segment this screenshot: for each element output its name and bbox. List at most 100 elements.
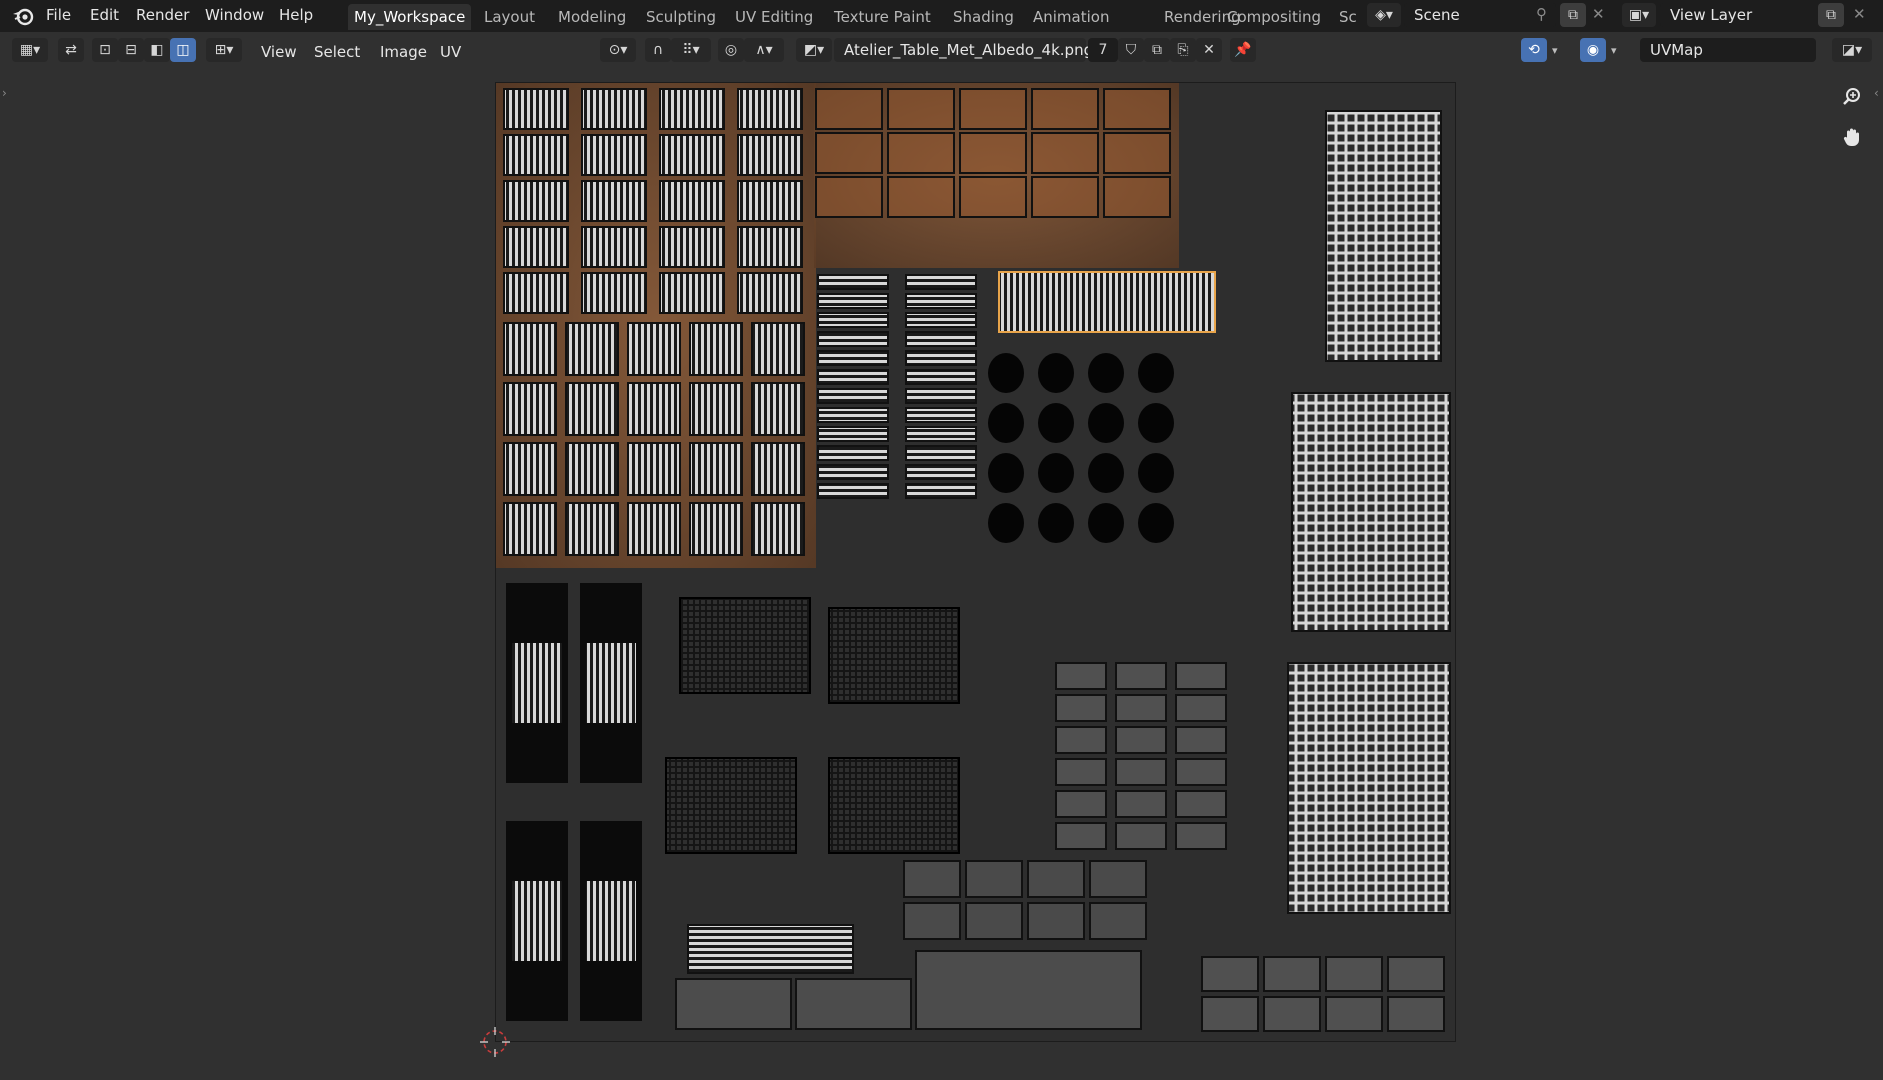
overlay-toggle-icon[interactable]: ◉ <box>1580 38 1606 62</box>
uv-island <box>905 274 977 290</box>
uv-island <box>512 643 562 723</box>
editor-type-icon[interactable]: ▦▾ <box>12 38 48 62</box>
uv-island <box>1038 403 1074 443</box>
pin-icon[interactable]: ⚲ <box>1536 5 1547 23</box>
chevron-down-icon[interactable]: ▾ <box>1611 44 1617 57</box>
uv-island <box>988 453 1024 493</box>
uv-island <box>751 442 805 496</box>
display-channels-icon[interactable]: ◪▾ <box>1832 38 1872 62</box>
menu-window[interactable]: Window <box>205 5 264 25</box>
vertex-select-icon[interactable]: ⊡ <box>92 38 118 62</box>
menu-render[interactable]: Render <box>136 5 189 25</box>
menu-image[interactable]: Image <box>380 41 427 63</box>
uv-island <box>679 597 811 694</box>
view-layer-icon[interactable]: ▣▾ <box>1622 3 1656 27</box>
uv-island <box>751 502 805 556</box>
uv-island <box>659 88 725 130</box>
image-browse-icon[interactable]: ◩▾ <box>796 38 832 62</box>
uv-island <box>581 226 647 268</box>
tab-sculpting[interactable]: Sculpting <box>640 4 722 30</box>
uv-island <box>1088 453 1124 493</box>
uv-island <box>1115 822 1167 850</box>
uv-island <box>503 134 569 176</box>
uv-texture-image[interactable] <box>495 82 1456 1042</box>
tab-overflow[interactable]: Sc <box>1333 4 1359 30</box>
menu-uv[interactable]: UV <box>440 41 461 63</box>
uv-island <box>503 322 557 376</box>
menu-edit[interactable]: Edit <box>90 5 119 25</box>
menu-file[interactable]: File <box>46 5 71 25</box>
menu-view[interactable]: View <box>261 41 297 63</box>
uv-island <box>1263 996 1321 1032</box>
uv-island <box>512 881 562 961</box>
tab-compositing[interactable]: Compositing <box>1221 4 1327 30</box>
edge-select-icon[interactable]: ⊟ <box>118 38 144 62</box>
pivot-point-icon[interactable]: ⊙▾ <box>600 38 636 62</box>
uv-island <box>1103 88 1171 130</box>
snap-target-icon[interactable]: ⠿▾ <box>671 38 711 62</box>
new-scene-icon[interactable]: ⧉ <box>1560 3 1586 27</box>
uv-sticky-icon[interactable]: ⟲ <box>1521 38 1547 62</box>
proportional-falloff-icon[interactable]: ∧▾ <box>744 38 784 62</box>
uv-island <box>751 322 805 376</box>
sync-selection-icon[interactable]: ⇄ <box>58 38 84 62</box>
proportional-edit-icon[interactable]: ◎ <box>718 38 744 62</box>
tab-layout[interactable]: Layout <box>478 4 541 30</box>
uv-island <box>965 860 1023 898</box>
toolbar-expand-icon[interactable]: › <box>2 86 7 100</box>
menu-help[interactable]: Help <box>279 5 313 25</box>
island-select-icon[interactable]: ◫ <box>170 38 196 62</box>
image-name-field[interactable]: Atelier_Table_Met_Albedo_4k.png <box>834 38 1093 62</box>
menu-select[interactable]: Select <box>314 41 360 63</box>
new-view-layer-icon[interactable]: ⧉ <box>1818 3 1844 27</box>
uv-islands-canvas[interactable] <box>496 83 1455 1041</box>
uv-island <box>905 445 977 461</box>
uv-island <box>905 426 977 442</box>
uv-island <box>689 442 743 496</box>
uv-island <box>1201 996 1259 1032</box>
scene-type-icon[interactable]: ◈▾ <box>1367 3 1401 27</box>
new-image-icon[interactable]: ⧉ <box>1144 38 1170 62</box>
blender-logo-icon[interactable] <box>11 5 35 27</box>
uv-island <box>1387 956 1445 992</box>
uv-island <box>1263 956 1321 992</box>
face-select-icon[interactable]: ◧ <box>144 38 170 62</box>
uv-island <box>959 132 1027 174</box>
tab-texture-paint[interactable]: Texture Paint <box>828 4 937 30</box>
view-layer-name-field[interactable]: View Layer <box>1660 3 1822 27</box>
zoom-in-icon[interactable] <box>1837 82 1867 112</box>
unlink-image-icon[interactable]: ✕ <box>1196 38 1222 62</box>
tab-animation[interactable]: Animation <box>1027 4 1115 30</box>
tab-shading[interactable]: Shading <box>947 4 1020 30</box>
uv-island <box>1038 453 1074 493</box>
fake-user-icon[interactable]: ⛉ <box>1118 38 1144 62</box>
open-image-icon[interactable]: ⎘ <box>1170 38 1196 62</box>
uv-island <box>586 643 636 723</box>
delete-scene-icon[interactable]: ✕ <box>1592 5 1605 23</box>
sticky-select-mode-icon[interactable]: ⊞▾ <box>206 38 242 62</box>
uv-map-field[interactable]: UVMap <box>1640 38 1816 62</box>
uv-island <box>817 350 889 366</box>
uv-island <box>565 442 619 496</box>
tab-my-workspace[interactable]: My_Workspace <box>348 4 472 30</box>
uv-island <box>659 180 725 222</box>
tab-modeling[interactable]: Modeling <box>552 4 632 30</box>
2d-cursor-icon[interactable] <box>480 1027 510 1057</box>
hand-pan-icon[interactable] <box>1837 122 1867 152</box>
uv-island <box>1089 902 1147 940</box>
image-users-count[interactable]: 7 <box>1088 38 1118 62</box>
snap-toggle-icon[interactable]: ∩ <box>645 38 671 62</box>
uv-island <box>1115 758 1167 786</box>
uv-island <box>1055 758 1107 786</box>
pin-image-icon[interactable]: 📌 <box>1230 38 1256 62</box>
uv-island <box>1027 860 1085 898</box>
chevron-down-icon[interactable]: ▾ <box>1552 44 1558 57</box>
uv-island <box>815 176 883 218</box>
uv-island <box>1055 790 1107 818</box>
tab-uv-editing[interactable]: UV Editing <box>729 4 819 30</box>
delete-view-layer-icon[interactable]: ✕ <box>1853 5 1866 23</box>
scene-name-field[interactable]: Scene <box>1404 3 1556 27</box>
sidebar-expand-icon[interactable]: ‹ <box>1874 86 1879 100</box>
uv-island <box>1138 503 1174 543</box>
uv-island <box>828 757 960 854</box>
